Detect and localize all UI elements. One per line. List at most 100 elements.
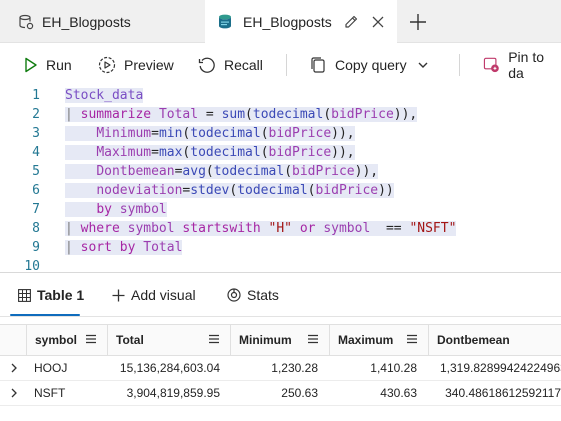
column-menu-icon[interactable] bbox=[307, 334, 319, 344]
code-text: nodeviation=stdev(todecimal(bidPrice)) bbox=[65, 181, 394, 200]
code-token: ( bbox=[323, 107, 332, 122]
tab-stats[interactable]: Stats bbox=[227, 287, 279, 303]
code-token: ( bbox=[284, 164, 293, 179]
code-token: == bbox=[370, 221, 410, 236]
code-line[interactable]: 3 Minimum=min(todecimal(bidPrice)), bbox=[0, 124, 561, 143]
line-number: 6 bbox=[32, 183, 40, 198]
cell-dontbemean: 1,319.82899424224963 bbox=[440, 361, 561, 375]
code-token: by bbox=[96, 202, 112, 217]
recall-button[interactable]: Recall bbox=[198, 54, 263, 76]
pin-dashboard-icon bbox=[483, 57, 499, 73]
close-tab-button[interactable] bbox=[369, 13, 387, 31]
toolbar-divider bbox=[459, 54, 460, 76]
cell-dontbemean: 340.48618612592117 bbox=[445, 386, 561, 400]
line-number: 2 bbox=[32, 107, 40, 122]
code-token: )), bbox=[393, 107, 418, 122]
code-token: )), bbox=[331, 126, 355, 141]
tab-database[interactable]: EH_Blogposts bbox=[0, 0, 200, 43]
cell-minimum: 250.63 bbox=[281, 386, 318, 400]
copy-query-button[interactable]: Copy query bbox=[309, 54, 429, 76]
code-token: = bbox=[151, 145, 159, 160]
kql-queryset-icon bbox=[219, 14, 231, 28]
code-token: bidPrice bbox=[268, 145, 332, 160]
recall-icon bbox=[198, 57, 215, 73]
column-header-minimum[interactable]: Minimum bbox=[230, 325, 329, 355]
code-token: "NSFT" bbox=[409, 221, 457, 236]
column-header-label: Minimum bbox=[239, 333, 292, 347]
code-line[interactable]: 8 | where symbol startswith "H" or symbol… bbox=[0, 219, 561, 238]
close-icon bbox=[372, 16, 384, 28]
query-toolbar: Run Preview Recall Copy query Pin to da bbox=[0, 44, 561, 86]
code-text: by symbol bbox=[65, 200, 167, 219]
code-line[interactable]: 1 Stock_data bbox=[0, 86, 561, 105]
cell-minimum: 1,230.28 bbox=[271, 361, 318, 375]
add-visual-button[interactable]: Add visual bbox=[112, 287, 196, 303]
code-line[interactable]: 5 Dontbemean=avg(todecimal(bidPrice)), bbox=[0, 162, 561, 181]
code-token: max bbox=[158, 145, 183, 160]
chevron-right-icon[interactable] bbox=[10, 388, 18, 398]
stats-icon bbox=[227, 288, 241, 302]
code-token: = bbox=[151, 126, 159, 141]
tab-table-1[interactable]: Table 1 bbox=[18, 287, 84, 303]
pin-label: Pin to da bbox=[508, 49, 545, 81]
code-line[interactable]: 9 | sort by Total bbox=[0, 238, 561, 257]
column-header-dontbemean[interactable]: Dontbemean bbox=[428, 325, 561, 355]
line-number: 5 bbox=[32, 164, 40, 179]
code-text: Minimum=min(todecimal(bidPrice)), bbox=[65, 124, 355, 143]
table-row[interactable]: NSFT 3,904,819,859.95 250.63 430.63 340.… bbox=[0, 381, 561, 406]
code-token: todecimal bbox=[213, 164, 285, 179]
table-icon bbox=[18, 288, 31, 302]
new-tab-button[interactable] bbox=[408, 12, 428, 32]
code-token: Total bbox=[143, 240, 183, 255]
tab-bar: EH_Blogposts EH_Blogposts bbox=[0, 0, 561, 43]
pin-to-dashboard-button[interactable]: Pin to da bbox=[483, 49, 561, 81]
code-token: Maximum bbox=[96, 145, 152, 160]
code-line[interactable]: 2 | summarize Total = sum(todecimal(bidPr… bbox=[0, 105, 561, 124]
column-header-total[interactable]: Total bbox=[107, 325, 230, 355]
grid-header: symbol Total Minimum Maximum Dontbemean bbox=[0, 324, 561, 356]
code-line[interactable]: 4 Maximum=max(todecimal(bidPrice)), bbox=[0, 143, 561, 162]
column-menu-icon[interactable] bbox=[406, 334, 418, 344]
line-number: 1 bbox=[32, 88, 40, 103]
rename-tab-button[interactable] bbox=[342, 13, 360, 31]
tab-queryset[interactable]: EH_Blogposts bbox=[205, 0, 397, 43]
result-tabs: Table 1 Add visual Stats bbox=[0, 273, 561, 317]
code-token: avg bbox=[182, 164, 206, 179]
tab-label: EH_Blogposts bbox=[42, 13, 131, 30]
column-menu-icon[interactable] bbox=[208, 334, 220, 344]
column-menu-icon[interactable] bbox=[85, 334, 97, 344]
cell-symbol: NSFT bbox=[34, 386, 66, 400]
code-line[interactable]: 6 nodeviation=stdev(todecimal(bidPrice)) bbox=[0, 181, 561, 200]
query-editor[interactable]: 1 Stock_data 2 | summarize Total = sum(tode… bbox=[0, 86, 561, 274]
code-token: bidPrice bbox=[331, 107, 394, 122]
code-token: symbol bbox=[323, 221, 371, 236]
chevron-right-icon[interactable] bbox=[10, 363, 18, 373]
column-header-symbol[interactable]: symbol bbox=[26, 325, 107, 355]
code-text: Maximum=max(todecimal(bidPrice)), bbox=[65, 143, 355, 162]
code-token: | bbox=[65, 240, 81, 255]
run-button[interactable]: Run bbox=[24, 54, 72, 76]
line-number: 8 bbox=[32, 221, 40, 236]
code-text: | summarize Total = sum(todecimal(bidPri… bbox=[65, 105, 418, 124]
code-line[interactable]: 7 by symbol bbox=[0, 200, 561, 219]
code-token: Minimum bbox=[96, 126, 152, 141]
cell-maximum: 1,410.28 bbox=[370, 361, 417, 375]
table-row[interactable]: HOOJ 15,136,284,603.04 1,230.28 1,410.28… bbox=[0, 356, 561, 381]
copy-icon bbox=[311, 57, 325, 73]
code-token: ( bbox=[260, 145, 269, 160]
plus-icon bbox=[112, 289, 125, 301]
column-header-maximum[interactable]: Maximum bbox=[329, 325, 428, 355]
tab-table-1-label: Table 1 bbox=[37, 287, 85, 303]
code-token: min bbox=[158, 126, 183, 141]
line-number: 9 bbox=[32, 240, 40, 255]
preview-label: Preview bbox=[124, 57, 174, 73]
code-token: Dontbemean bbox=[96, 164, 175, 179]
preview-button[interactable]: Preview bbox=[98, 54, 174, 76]
